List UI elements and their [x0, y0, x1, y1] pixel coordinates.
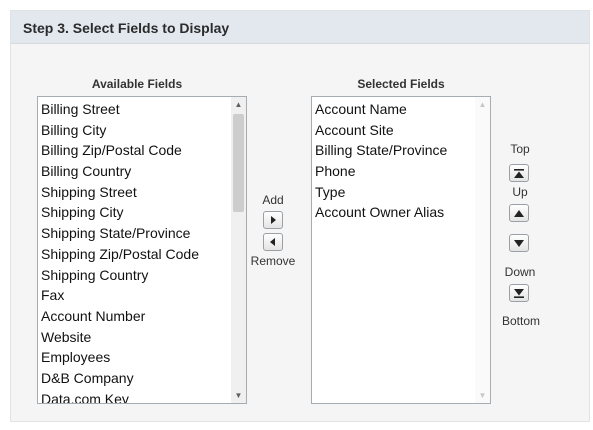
- available-fields-items: Billing Street Billing City Billing Zip/Po…: [40, 99, 199, 403]
- list-option[interactable]: Billing State/Province: [314, 140, 447, 161]
- list-option[interactable]: Account Name: [314, 99, 447, 120]
- list-option[interactable]: Billing Country: [40, 161, 199, 182]
- down-label: Down: [504, 265, 536, 279]
- move-down-button[interactable]: [509, 234, 529, 252]
- scroll-up-icon[interactable]: ▲: [231, 97, 246, 112]
- arrow-down-icon: [514, 239, 524, 247]
- arrow-left-icon: [270, 238, 275, 246]
- selected-fields-label: Selected Fields: [357, 77, 445, 91]
- move-up-button[interactable]: [509, 204, 529, 222]
- list-option[interactable]: Shipping Zip/Postal Code: [40, 244, 199, 265]
- remove-label: Remove: [250, 254, 296, 268]
- selected-fields-list[interactable]: Account Name Account Site Billing State/Pr…: [311, 96, 491, 404]
- list-option[interactable]: Account Owner Alias: [314, 202, 447, 223]
- available-fields-list[interactable]: Billing Street Billing City Billing Zip/Po…: [37, 96, 247, 404]
- list-option[interactable]: Data.com Key: [40, 389, 199, 403]
- list-option[interactable]: D&B Company: [40, 368, 199, 389]
- list-option[interactable]: Billing Zip/Postal Code: [40, 140, 199, 161]
- selected-fields-items: Account Name Account Site Billing State/Pr…: [314, 99, 447, 223]
- scroll-up-icon: ▲: [478, 100, 487, 109]
- top-label: Top: [510, 142, 530, 156]
- list-option[interactable]: Shipping State/Province: [40, 223, 199, 244]
- bottom-label: Bottom: [501, 314, 540, 328]
- list-option[interactable]: Account Number: [40, 306, 199, 327]
- list-option[interactable]: Account Site: [314, 120, 447, 141]
- up-label: Up: [512, 185, 528, 199]
- selected-fields-scrollbar: ▲ ▼: [475, 97, 490, 403]
- available-fields-scrollbar[interactable]: ▲ ▼: [231, 97, 246, 403]
- list-option[interactable]: Shipping Country: [40, 265, 199, 286]
- arrow-up-icon: [514, 209, 524, 217]
- add-button[interactable]: [263, 211, 283, 229]
- list-option[interactable]: Type: [314, 182, 447, 203]
- section-title: Step 3. Select Fields to Display: [23, 20, 230, 36]
- remove-button[interactable]: [263, 233, 283, 251]
- list-option[interactable]: Fax: [40, 285, 199, 306]
- scrollbar-thumb[interactable]: [233, 114, 244, 212]
- section-header: Step 3. Select Fields to Display: [11, 11, 589, 44]
- list-option[interactable]: Phone: [314, 161, 447, 182]
- arrow-bottom-icon: [514, 288, 524, 298]
- arrow-right-icon: [271, 216, 276, 224]
- list-option[interactable]: Shipping City: [40, 202, 199, 223]
- available-fields-label: Available Fields: [91, 77, 183, 91]
- move-bottom-button[interactable]: [509, 284, 529, 302]
- list-option[interactable]: Billing City: [40, 120, 199, 141]
- scroll-down-icon: ▼: [478, 391, 487, 400]
- list-option[interactable]: Website: [40, 327, 199, 348]
- list-option[interactable]: Employees: [40, 347, 199, 368]
- select-fields-panel: Step 3. Select Fields to Display Availab…: [10, 10, 590, 422]
- scroll-down-icon[interactable]: ▼: [231, 388, 246, 403]
- arrow-top-icon: [514, 168, 524, 178]
- add-label: Add: [262, 193, 284, 207]
- list-option[interactable]: Shipping Street: [40, 182, 199, 203]
- list-option[interactable]: Billing Street: [40, 99, 199, 120]
- move-top-button[interactable]: [509, 164, 529, 182]
